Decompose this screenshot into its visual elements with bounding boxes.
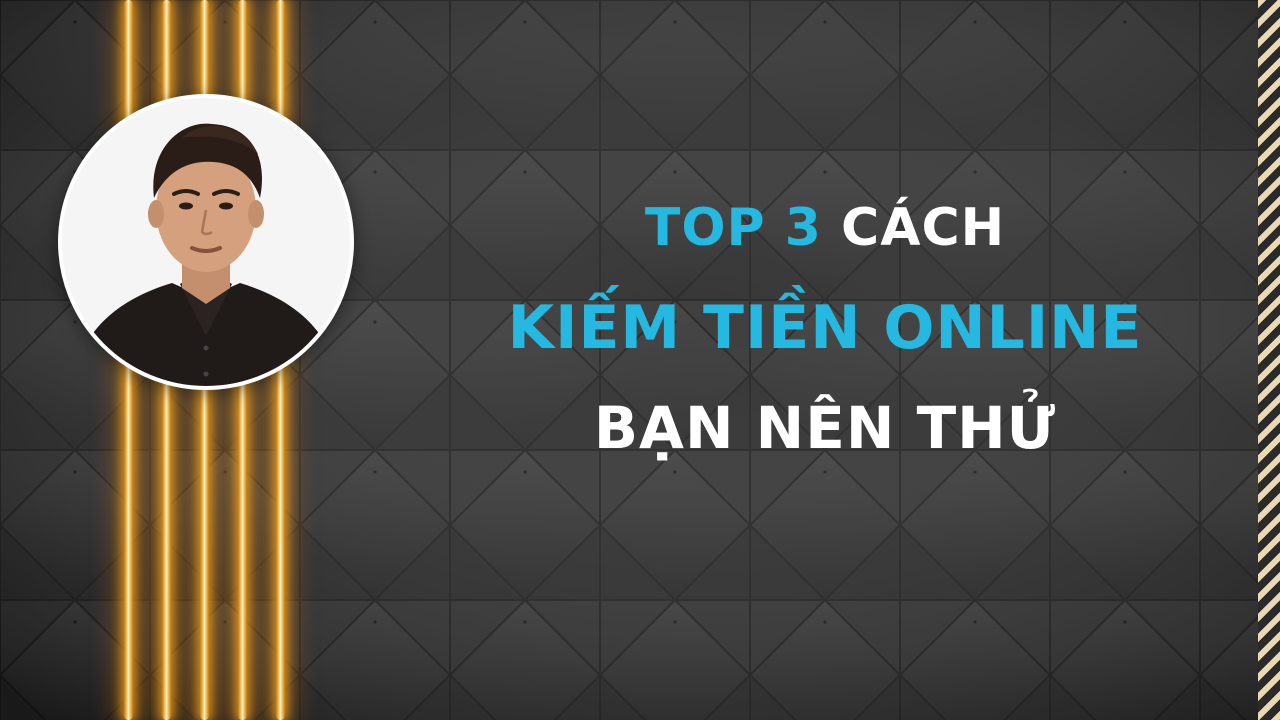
headline: TOP 3 CÁCH KIẾM TIỀN ONLINE BẠN NÊN THỬ: [480, 178, 1170, 478]
avatar: [58, 94, 354, 390]
headline-line-1-rest: CÁCH: [821, 198, 1006, 258]
person-photo-icon: [62, 98, 350, 386]
headline-line-1: TOP 3 CÁCH: [480, 178, 1170, 278]
headline-line-3: BẠN NÊN THỬ: [593, 394, 1057, 462]
headline-accent: TOP 3: [644, 198, 822, 258]
thumbnail-canvas: TOP 3 CÁCH KIẾM TIỀN ONLINE BẠN NÊN THỬ: [0, 0, 1280, 720]
diagonal-stripe-edge: [1258, 0, 1280, 720]
headline-line-2: KIẾM TIỀN ONLINE: [507, 293, 1143, 363]
